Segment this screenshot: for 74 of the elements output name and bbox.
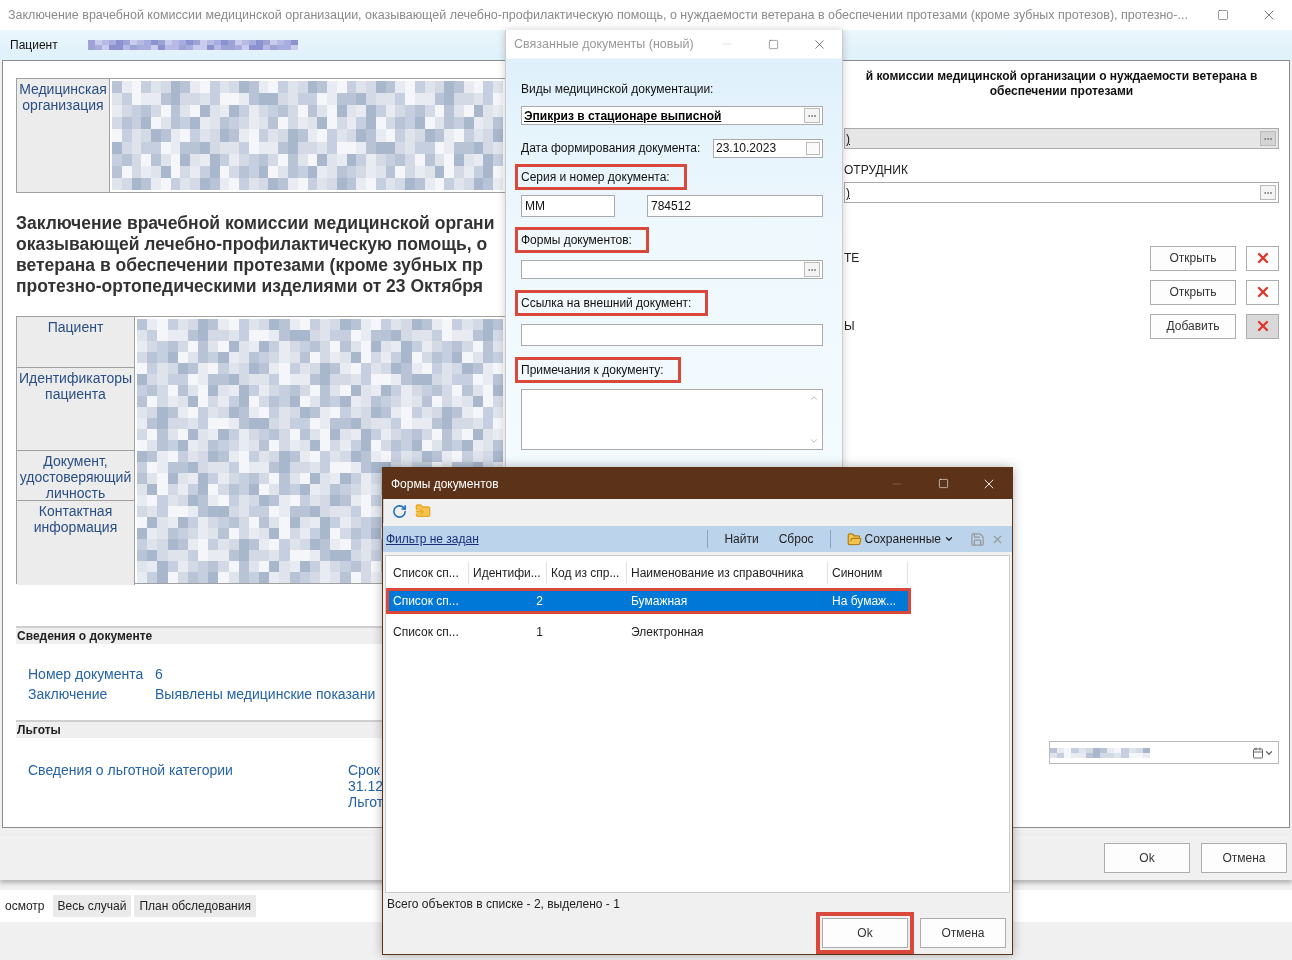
- field-label: Примечания к документу:: [515, 357, 681, 383]
- field-label: Сведения о льготной категории: [28, 762, 234, 780]
- field-label: Заключение: [28, 686, 109, 702]
- form-heading: обеспечении протезами: [989, 84, 1134, 99]
- maximize-icon[interactable]: [1217, 9, 1229, 21]
- column-header[interactable]: Синоним: [828, 562, 908, 584]
- lookup-field[interactable]: [521, 260, 823, 279]
- field-label: Формы документов:: [515, 227, 649, 253]
- document-heading: Заключение врачебной комиссии медицинской органи: [16, 213, 496, 234]
- dialog-title: Формы документов: [391, 476, 500, 491]
- saved-filters-button[interactable]: Сохраненные: [836, 531, 964, 547]
- document-heading: оказывающей лечебно-профилактическую помощь, о: [16, 234, 489, 255]
- date-field[interactable]: 23.10.2023: [713, 138, 823, 158]
- field-value: Льгот: [348, 794, 385, 810]
- patient-label: Пациент: [10, 38, 58, 52]
- status-text: Всего объектов в списке - 2, выделено - 1: [386, 897, 621, 911]
- field-label: ТЕ: [844, 251, 861, 265]
- field-label: ОТРУДНИК: [844, 163, 909, 177]
- delete-button[interactable]: [1246, 245, 1279, 271]
- action-button[interactable]: Добавить: [1150, 313, 1236, 339]
- field-label: Виды медицинской документации:: [520, 81, 715, 98]
- column-header[interactable]: Список сп...: [389, 562, 469, 584]
- row-label: Контактная информация: [17, 501, 135, 585]
- field-label: Дата формирования документа:: [521, 141, 701, 155]
- dialog-button[interactable]: Отмена: [1201, 842, 1287, 873]
- notes-field[interactable]: [521, 389, 823, 450]
- filter-link[interactable]: Фильтр не задан: [386, 532, 479, 546]
- tab[interactable]: План обследования: [134, 895, 256, 917]
- delete-button[interactable]: [1246, 313, 1279, 339]
- column-header[interactable]: Код из спр...: [547, 562, 627, 584]
- dialog-button[interactable]: Ok: [1104, 842, 1190, 873]
- input-field[interactable]: [521, 324, 823, 346]
- folder-icon: [846, 531, 862, 547]
- folder-icon[interactable]: [415, 503, 431, 519]
- row-label: Идентификаторы пациента: [17, 368, 135, 451]
- field-label: Номер документа: [28, 666, 145, 682]
- organization-label: Медицинская организация: [17, 79, 110, 192]
- document-heading: протезно-ортопедическими изделиями от 23 Октября: [16, 276, 485, 297]
- field-label: Ссылка на внешний документ:: [515, 290, 709, 316]
- calendar-icon[interactable]: [1252, 746, 1264, 759]
- series-input[interactable]: ММ: [521, 195, 615, 217]
- action-button[interactable]: Открыть: [1150, 245, 1236, 271]
- column-header[interactable]: Наименование из справочника: [627, 562, 828, 584]
- dialog-button[interactable]: Ok: [822, 918, 908, 948]
- find-button[interactable]: Найти: [714, 532, 769, 546]
- field-value: Срок: [348, 762, 381, 778]
- refresh-icon[interactable]: [392, 503, 407, 519]
- table-row[interactable]: Список сп... 2 Бумажная На бумаж...: [386, 588, 911, 614]
- lookup-field[interactable]: Эпикриз в стационаре выписной: [521, 106, 823, 125]
- action-button[interactable]: Открыть: [1150, 279, 1236, 305]
- tab[interactable]: Весь случай: [52, 895, 132, 917]
- field-value: 6: [155, 666, 164, 682]
- dialog-title: Связанные документы (новый): [514, 37, 695, 51]
- delete-button[interactable]: [1246, 279, 1279, 305]
- row-label: Документ, удостоверяющий личность: [17, 451, 135, 501]
- date-field[interactable]: [1049, 741, 1279, 764]
- save-icon[interactable]: [970, 531, 985, 547]
- field-label: Серия и номер документа:: [515, 164, 687, 190]
- document-heading: ветерана в обеспечении протезами (кроме зубных пр: [16, 255, 484, 276]
- field-value: 31.12: [348, 778, 385, 794]
- maximize-icon[interactable]: [767, 38, 779, 50]
- reset-button[interactable]: Сброс: [768, 532, 824, 546]
- lookup-field[interactable]: ): [844, 182, 1279, 203]
- window-title: Заключение врачебной комиссии медицинской организации, оказывающей лечебно-профилактическую помощь, о нуждаемости ветерана в обеспечении протезами (кроме зубных протезов), протезно-...: [8, 8, 1189, 22]
- scroll-down-icon[interactable]: [809, 436, 819, 446]
- caret-icon: [944, 534, 954, 544]
- row-label: Пациент: [17, 317, 135, 368]
- field-label: Ы: [844, 319, 856, 333]
- dialog-button[interactable]: Отмена: [920, 918, 1006, 948]
- column-header[interactable]: Идентифи...: [469, 562, 547, 584]
- scroll-up-icon[interactable]: [809, 393, 819, 403]
- number-input[interactable]: 784512: [647, 195, 823, 217]
- field-value: Выявлены медицинские показани: [155, 686, 377, 702]
- form-heading: й комиссии медицинской организации о нуждаемости ветерана в: [865, 69, 1258, 84]
